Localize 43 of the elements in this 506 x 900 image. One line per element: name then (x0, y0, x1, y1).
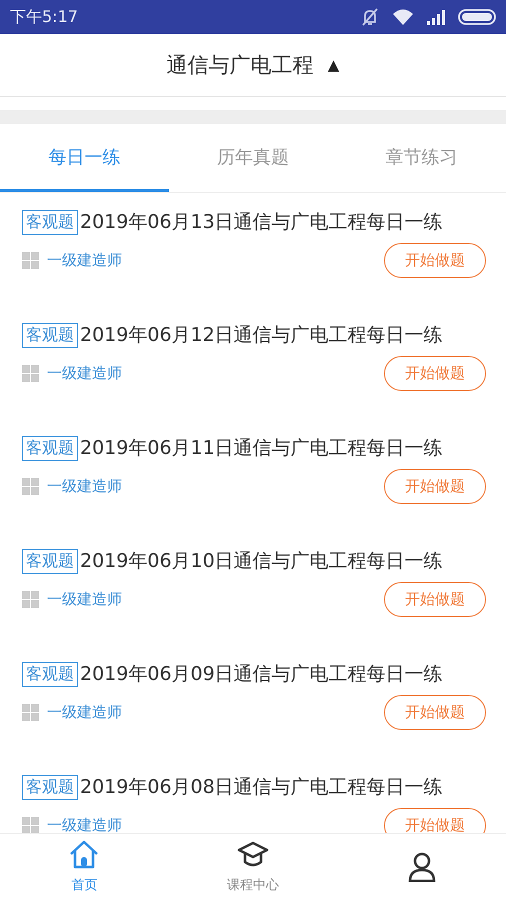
grid-icon (22, 817, 39, 833)
exercise-title[interactable]: 2019年06月13日通信与广电工程每日一练 (80, 209, 443, 235)
start-button[interactable]: 开始做题 (384, 808, 486, 833)
category-label: 一级建造师 (47, 590, 122, 609)
nav-label[interactable]: 首页 (71, 876, 98, 894)
start-button[interactable]: 开始做题 (384, 582, 486, 617)
category-label: 一级建造师 (47, 251, 122, 270)
type-tag: 客观题 (22, 436, 78, 460)
type-tag: 客观题 (22, 662, 78, 686)
grid-icon (22, 252, 39, 269)
type-tag: 客观题 (22, 774, 78, 800)
type-tag: 客观题 (22, 210, 78, 234)
signal-icon (426, 9, 446, 25)
grid-icon (22, 478, 39, 495)
caret-icon[interactable]: ▲ (328, 56, 340, 74)
home-icon (68, 840, 100, 870)
exercise-title[interactable]: 2019年06月08日通信与广电工程每日一练 (80, 774, 443, 800)
wifi-icon (392, 8, 414, 26)
grid-icon (22, 365, 39, 382)
type-tag: 客观题 (22, 322, 78, 348)
grid-icon (22, 591, 39, 608)
exercise-title[interactable]: 2019年06月11日通信与广电工程每日一练 (80, 435, 443, 461)
tab[interactable]: 历年真题 (168, 124, 338, 192)
start-button[interactable]: 开始做题 (384, 356, 486, 391)
category-label: 一级建造师 (47, 816, 122, 833)
exercise-title[interactable]: 2019年06月09日通信与广电工程每日一练 (80, 661, 443, 687)
exercise-title[interactable]: 2019年06月10日通信与广电工程每日一练 (80, 548, 443, 574)
start-button[interactable]: 开始做题 (384, 695, 486, 730)
type-tag: 客观题 (22, 548, 78, 574)
status-time: 下午5:17 (10, 6, 78, 28)
mute-icon (360, 8, 380, 26)
exercise-title[interactable]: 2019年06月12日通信与广电工程每日一练 (80, 322, 443, 348)
category-label: 一级建造师 (47, 703, 122, 722)
start-button[interactable]: 开始做题 (384, 469, 486, 504)
category-label: 一级建造师 (47, 477, 122, 496)
start-button[interactable]: 开始做题 (384, 243, 486, 278)
subject-title[interactable]: 通信与广电工程 (166, 51, 314, 79)
nav-label[interactable]: 课程中心 (227, 876, 279, 894)
battery-icon (458, 9, 496, 25)
tab[interactable]: 每日一练 (0, 124, 169, 192)
tab[interactable]: 章节练习 (337, 124, 506, 192)
grid-icon (22, 704, 39, 721)
category-label: 一级建造师 (47, 364, 122, 383)
